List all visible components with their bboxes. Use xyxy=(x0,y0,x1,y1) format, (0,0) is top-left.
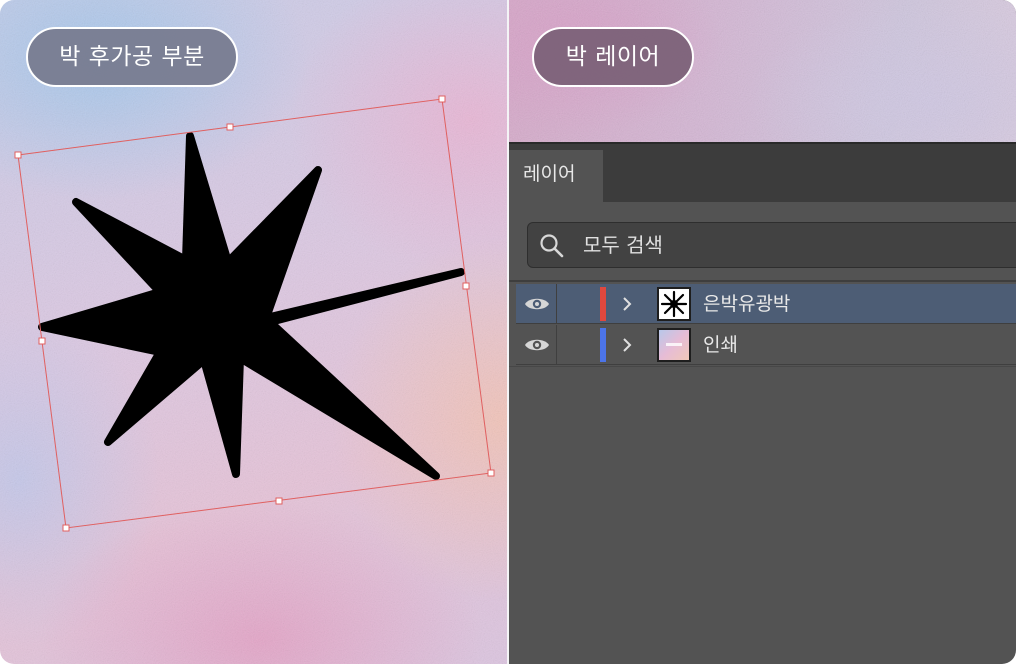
layers-panel-view: 박 레이어 레이어 모두 검색 은박유광박 인쇄 xyxy=(509,0,1016,664)
resize-handle-left[interactable] xyxy=(38,337,46,345)
lock-toggle[interactable] xyxy=(556,325,557,365)
foil-area-label: 박 후가공 부분 xyxy=(26,27,238,87)
layer-name[interactable]: 인쇄 xyxy=(703,325,738,365)
resize-handle-right[interactable] xyxy=(462,282,470,290)
search-icon xyxy=(540,234,564,258)
layers-panel-header: 레이어 xyxy=(509,142,1016,204)
resize-handle-bottom-left[interactable] xyxy=(62,524,70,532)
print-thumbnail-icon xyxy=(659,330,689,360)
layer-thumbnail-print xyxy=(657,328,691,362)
tab-layers[interactable]: 레이어 xyxy=(509,150,603,204)
chevron-right-icon[interactable] xyxy=(620,336,634,354)
resize-handle-top-right[interactable] xyxy=(438,95,446,103)
visibility-eye-icon[interactable] xyxy=(524,336,550,354)
visibility-eye-icon[interactable] xyxy=(524,295,550,313)
layer-color-tag xyxy=(600,328,606,362)
layers-search-area xyxy=(509,202,1016,282)
foil-layer-label: 박 레이어 xyxy=(532,27,694,87)
resize-handle-top-left[interactable] xyxy=(14,151,22,159)
panel-row-divider xyxy=(509,366,1016,367)
layer-thumbnail-star xyxy=(657,287,691,321)
search-input[interactable] xyxy=(583,223,963,267)
screenshot-frame: 박 후가공 부분 박 레이어 레이어 모두 검색 은박유광박 인쇄 xyxy=(0,0,1016,664)
resize-handle-bottom-right[interactable] xyxy=(487,469,495,477)
resize-handle-bottom[interactable] xyxy=(275,497,283,505)
chevron-right-icon[interactable] xyxy=(620,295,634,313)
artwork-texture-preview: 박 레이어 xyxy=(509,0,1016,142)
search-box[interactable] xyxy=(527,222,1016,268)
star-thumbnail-icon xyxy=(660,290,688,318)
lock-toggle[interactable] xyxy=(556,284,557,324)
resize-handle-top[interactable] xyxy=(226,123,234,131)
layer-row-foil[interactable]: 은박유광박 xyxy=(516,284,1016,324)
starburst-shape[interactable] xyxy=(38,132,465,480)
layer-row-print[interactable]: 인쇄 xyxy=(516,325,1016,365)
artwork-layer xyxy=(14,95,495,532)
canvas-preview: 박 후가공 부분 xyxy=(0,0,507,664)
layer-color-tag xyxy=(600,287,606,321)
layer-name[interactable]: 은박유광박 xyxy=(703,284,790,324)
